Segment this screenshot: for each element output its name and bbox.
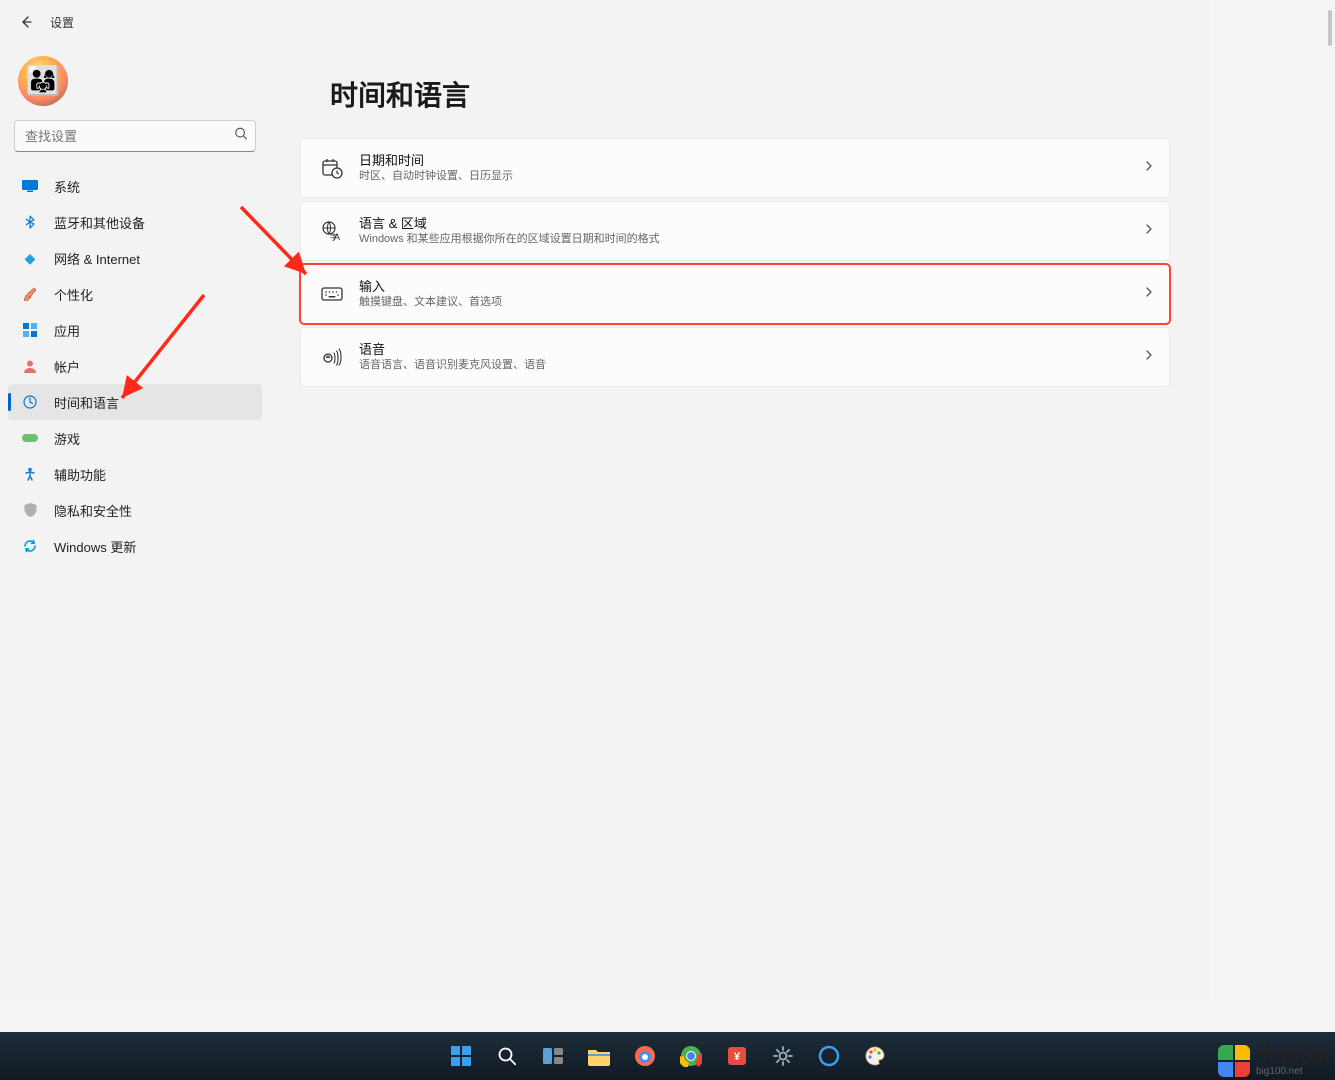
sidebar-item-windows-update[interactable]: Windows 更新 (8, 528, 262, 564)
card-date-time[interactable]: 日期和时间 时区、自动时钟设置、日历显示 (300, 138, 1170, 198)
arrow-left-icon (18, 14, 34, 30)
sidebar-item-label: 辅助功能 (54, 465, 106, 484)
card-desc: 语音语言、语音识别麦克风设置、语音 (359, 358, 1143, 373)
chevron-right-icon (1143, 159, 1155, 177)
page-title: 时间和语言 (330, 74, 1170, 114)
accessibility-icon (22, 466, 38, 482)
card-speech[interactable]: 语音 语音语言、语音识别麦克风设置、语音 (300, 327, 1170, 387)
taskbar-start[interactable] (441, 1036, 481, 1076)
sidebar-item-personalization[interactable]: 个性化 (8, 276, 262, 312)
sidebar-item-label: 游戏 (54, 429, 80, 448)
keyboard-icon (319, 281, 345, 307)
chevron-right-icon (1143, 348, 1155, 366)
svg-text:字: 字 (330, 232, 338, 242)
nav-list: 系统 蓝牙和其他设备 ◆ 网络 & Internet 个性化 应用 (0, 166, 270, 566)
sidebar-item-label: 蓝牙和其他设备 (54, 213, 145, 232)
taskbar-taskview[interactable] (533, 1036, 573, 1076)
sidebar-item-system[interactable]: 系统 (8, 168, 262, 204)
user-avatar (18, 56, 68, 106)
sidebar-item-apps[interactable]: 应用 (8, 312, 262, 348)
sidebar-item-label: 个性化 (54, 285, 93, 304)
language-icon: A字 (319, 218, 345, 244)
taskbar-app-red[interactable]: ¥ (717, 1036, 757, 1076)
bluetooth-icon (22, 214, 38, 230)
titlebar-title: 设置 (50, 14, 74, 31)
card-title: 语言 & 区域 (359, 215, 1143, 233)
sidebar-item-label: 帐户 (54, 357, 80, 376)
search-input[interactable] (14, 120, 256, 152)
chevron-right-icon (1143, 285, 1155, 303)
card-desc: 时区、自动时钟设置、日历显示 (359, 169, 1143, 184)
sidebar: 系统 蓝牙和其他设备 ◆ 网络 & Internet 个性化 应用 (0, 44, 270, 1000)
taskbar: ¥ (0, 1032, 1335, 1080)
sidebar-item-accounts[interactable]: 帐户 (8, 348, 262, 384)
user-icon (22, 358, 38, 374)
sidebar-item-privacy[interactable]: 隐私和安全性 (8, 492, 262, 528)
wifi-icon: ◆ (22, 250, 38, 266)
update-icon (22, 538, 38, 554)
taskbar-explorer[interactable] (579, 1036, 619, 1076)
apps-icon (22, 322, 38, 338)
settings-window: 设置 系统 蓝牙 (0, 0, 1210, 1000)
titlebar: 设置 (0, 0, 1210, 44)
shield-icon (22, 502, 38, 518)
taskbar-paint[interactable] (855, 1036, 895, 1076)
watermark-en: big100.net (1256, 1067, 1325, 1077)
svg-text:¥: ¥ (733, 1051, 740, 1063)
taskbar-chrome[interactable] (671, 1036, 711, 1076)
sidebar-item-label: 系统 (54, 177, 80, 196)
content-area: 时间和语言 日期和时间 时区、自动时钟设置、日历显示 A字 语言 & 区域 Wi… (270, 44, 1210, 1000)
sidebar-item-label: 隐私和安全性 (54, 501, 132, 520)
sidebar-item-label: Windows 更新 (54, 537, 136, 556)
watermark-cn: 大百网 (1256, 1045, 1325, 1067)
search-box[interactable] (14, 120, 256, 152)
taskbar-settings[interactable] (763, 1036, 803, 1076)
sidebar-item-bluetooth[interactable]: 蓝牙和其他设备 (8, 204, 262, 240)
paintbrush-icon (22, 286, 38, 302)
scrollbar-thumb[interactable] (1328, 10, 1332, 46)
taskbar-cortana[interactable] (809, 1036, 849, 1076)
taskbar-browser-1[interactable] (625, 1036, 665, 1076)
card-desc: 触摸键盘、文本建议、首选项 (359, 295, 1143, 310)
avatar-row[interactable] (0, 50, 270, 120)
card-language-region[interactable]: A字 语言 & 区域 Windows 和某些应用根据你所在的区域设置日期和时间的… (300, 201, 1170, 261)
back-button[interactable] (8, 4, 44, 40)
sidebar-item-gaming[interactable]: 游戏 (8, 420, 262, 456)
sidebar-item-label: 应用 (54, 321, 80, 340)
chevron-right-icon (1143, 222, 1155, 240)
calendar-clock-icon (319, 155, 345, 181)
sidebar-item-time-language[interactable]: 时间和语言 (8, 384, 262, 420)
card-title: 语音 (359, 341, 1143, 359)
card-title: 输入 (359, 278, 1143, 296)
sidebar-item-network[interactable]: ◆ 网络 & Internet (8, 240, 262, 276)
globe-clock-icon (22, 394, 38, 410)
card-title: 日期和时间 (359, 152, 1143, 170)
watermark: 大百网 big100.net (1218, 1045, 1325, 1077)
taskbar-search[interactable] (487, 1036, 527, 1076)
monitor-icon (22, 178, 38, 194)
sidebar-item-label: 网络 & Internet (54, 249, 140, 268)
card-desc: Windows 和某些应用根据你所在的区域设置日期和时间的格式 (359, 232, 1143, 247)
sidebar-item-label: 时间和语言 (54, 393, 119, 412)
watermark-logo-icon (1218, 1045, 1250, 1077)
card-typing[interactable]: 输入 触摸键盘、文本建议、首选项 (300, 264, 1170, 324)
speech-icon (319, 344, 345, 370)
sidebar-item-accessibility[interactable]: 辅助功能 (8, 456, 262, 492)
gamepad-icon (22, 430, 38, 446)
